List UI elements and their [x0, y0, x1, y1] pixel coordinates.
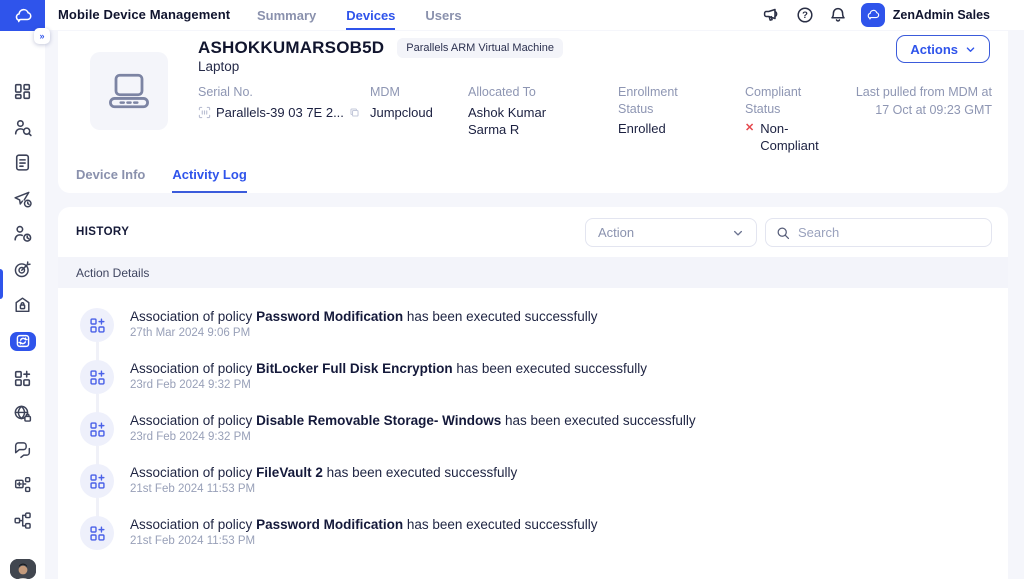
- send-schedule-icon[interactable]: [12, 188, 33, 209]
- topbar-right: ? ZenAdmin Sales: [762, 0, 990, 30]
- nav-tab-summary[interactable]: Summary: [257, 0, 316, 30]
- history-card: HISTORY Action Action Details As: [58, 207, 1008, 579]
- device-fields: Serial No. Parallels-39 03 7E 2... MDM J…: [198, 84, 857, 154]
- activity-log-list: Association of policy Password Modificat…: [58, 288, 1008, 550]
- sidebar-active-indicator: [0, 269, 3, 299]
- search-box: [765, 218, 992, 247]
- target-icon[interactable]: [12, 259, 33, 280]
- serial-scan-icon: [198, 106, 211, 119]
- page-title: Mobile Device Management: [58, 0, 230, 30]
- chevron-down-icon: [965, 44, 976, 55]
- tab-device-info[interactable]: Device Info: [76, 158, 145, 193]
- dashboard-icon[interactable]: [12, 81, 33, 102]
- megaphone-icon[interactable]: [762, 5, 782, 25]
- entry-timestamp: 27th Mar 2024 9:06 PM: [130, 327, 597, 339]
- apps-add-icon[interactable]: [12, 368, 33, 389]
- office-lock-icon[interactable]: [12, 294, 33, 315]
- policy-association-icon: [80, 308, 114, 342]
- serial-number: Parallels-39 03 7E 2...: [216, 104, 344, 121]
- activity-log-entry: Association of policy Disable Removable …: [80, 412, 1008, 446]
- timeline-connector: [96, 342, 99, 361]
- entry-message: Association of policy BitLocker Full Dis…: [130, 361, 647, 376]
- compliant-status-value: Non-Compliant: [760, 120, 830, 154]
- entry-timestamp: 21st Feb 2024 11:53 PM: [130, 483, 517, 495]
- entry-message: Association of policy FileVault 2 has be…: [130, 465, 517, 480]
- document-icon[interactable]: [12, 152, 33, 173]
- entry-timestamp: 23rd Feb 2024 9:32 PM: [130, 379, 647, 391]
- field-serial: Serial No. Parallels-39 03 7E 2...: [198, 84, 370, 154]
- enrollment-status-value: Enrolled: [618, 120, 735, 137]
- activity-log-entry: Association of policy BitLocker Full Dis…: [80, 360, 1008, 394]
- svg-text:?: ?: [802, 10, 808, 21]
- user-search-icon[interactable]: [12, 117, 33, 138]
- entry-message: Association of policy Disable Removable …: [130, 413, 696, 428]
- timeline-connector: [96, 498, 99, 517]
- search-input[interactable]: [798, 225, 981, 240]
- zenadmin-cloud-logo: [861, 3, 885, 27]
- zenadmin-cloud-logo: [12, 5, 34, 27]
- device-type: Laptop: [198, 59, 239, 74]
- timeline-connector: [96, 446, 99, 465]
- tab-activity-log[interactable]: Activity Log: [172, 158, 246, 193]
- copy-icon[interactable]: [349, 107, 360, 118]
- nav-tab-devices[interactable]: Devices: [346, 0, 395, 30]
- org-chart-icon[interactable]: [12, 510, 33, 531]
- policy-association-icon: [80, 516, 114, 550]
- help-icon[interactable]: ?: [795, 5, 815, 25]
- app-logo[interactable]: [0, 0, 45, 31]
- activity-log-entry: Association of policy Password Modificat…: [80, 516, 1008, 550]
- activity-log-entry: Association of policy Password Modificat…: [80, 308, 1008, 342]
- field-allocated-to: Allocated To Ashok Kumar Sarma R: [468, 84, 618, 154]
- laptop-icon: [90, 52, 168, 130]
- account-menu[interactable]: ZenAdmin Sales: [861, 3, 990, 27]
- x-error-icon: ✕: [745, 120, 754, 154]
- device-tabs: Device Info Activity Log: [76, 158, 1008, 193]
- user-clock-icon[interactable]: [12, 223, 33, 244]
- timeline-connector: [96, 394, 99, 413]
- mdm-value: Jumpcloud: [370, 104, 458, 121]
- action-filter-dropdown[interactable]: Action: [585, 218, 757, 247]
- account-name: ZenAdmin Sales: [893, 8, 990, 22]
- globe-lock-icon[interactable]: [12, 403, 33, 424]
- device-model-badge: Parallels ARM Virtual Machine: [397, 38, 563, 58]
- user-avatar[interactable]: [10, 559, 36, 579]
- entry-timestamp: 21st Feb 2024 11:53 PM: [130, 535, 597, 547]
- entry-message: Association of policy Password Modificat…: [130, 309, 597, 324]
- notifications-icon[interactable]: [828, 5, 848, 25]
- activity-log-entry: Association of policy FileVault 2 has be…: [80, 464, 1008, 498]
- last-pulled-info: Last pulled from MDM at 17 Oct at 09:23 …: [834, 84, 992, 119]
- widget-add-icon[interactable]: [12, 474, 33, 495]
- allocated-to-value: Ashok Kumar Sarma R: [468, 104, 586, 138]
- policy-association-icon: [80, 360, 114, 394]
- device-header-card: ASHOKKUMARSOB5D Parallels ARM Virtual Ma…: [58, 31, 1008, 193]
- field-enrollment-status: Enrollment Status Enrolled: [618, 84, 745, 154]
- field-mdm: MDM Jumpcloud: [370, 84, 468, 154]
- sidebar-expand-button[interactable]: »: [34, 28, 50, 44]
- column-header-action-details: Action Details: [58, 257, 1008, 288]
- policy-association-icon: [80, 464, 114, 498]
- entry-timestamp: 23rd Feb 2024 9:32 PM: [130, 431, 696, 443]
- nav-tab-users[interactable]: Users: [425, 0, 461, 30]
- chevron-down-icon: [732, 227, 744, 239]
- device-sync-icon[interactable]: [10, 332, 36, 352]
- sidebar: [0, 31, 45, 579]
- device-name: ASHOKKUMARSOB5D: [198, 38, 384, 58]
- history-title: HISTORY: [76, 226, 129, 238]
- main-nav-tabs: Summary Devices Users: [257, 0, 462, 30]
- actions-button[interactable]: Actions: [896, 35, 990, 63]
- search-icon: [776, 226, 790, 240]
- top-bar: Mobile Device Management Summary Devices…: [45, 0, 1024, 30]
- entry-message: Association of policy Password Modificat…: [130, 517, 597, 532]
- policy-association-icon: [80, 412, 114, 446]
- chat-icon[interactable]: [12, 439, 33, 460]
